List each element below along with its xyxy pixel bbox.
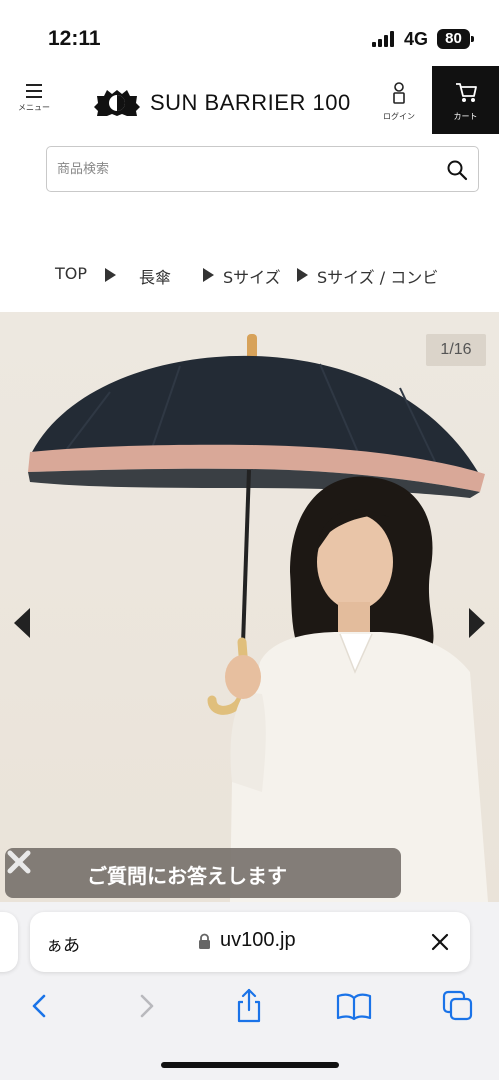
signal-icon [372, 31, 398, 47]
product-image-carousel[interactable]: 1/16 ご質問にお答えします [0, 312, 499, 902]
address-bar[interactable]: ぁあ uv100.jp [30, 912, 470, 972]
tabs-icon[interactable] [438, 986, 478, 1026]
login-label: ログイン [383, 112, 415, 121]
clear-url-icon[interactable] [430, 932, 450, 952]
url-text: uv100.jp [220, 929, 296, 951]
search-input[interactable] [47, 147, 427, 191]
image-counter: 1/16 [426, 334, 486, 366]
hamburger-icon [26, 84, 42, 98]
close-icon[interactable] [5, 848, 33, 876]
breadcrumb-current: Sサイズ / コンビ [317, 268, 439, 287]
breadcrumb-long-umbrella[interactable]: 長傘 [139, 264, 171, 288]
breadcrumb-top[interactable]: TOP [55, 264, 87, 283]
home-indicator [161, 1062, 339, 1068]
battery-icon: 80 [437, 29, 474, 49]
user-icon [393, 82, 405, 104]
search-icon[interactable] [446, 159, 468, 181]
login-button[interactable]: ログイン [376, 82, 422, 122]
breadcrumb-arrow-icon [203, 268, 214, 282]
site-header: メニュー SUN BARRIER 100 ログイン カート [0, 66, 499, 134]
menu-button[interactable]: メニュー [12, 84, 56, 124]
prev-image-arrow-icon[interactable] [14, 608, 30, 638]
search-box [46, 146, 479, 192]
breadcrumb-arrow-icon [105, 268, 116, 282]
lock-icon [199, 933, 210, 949]
back-icon[interactable] [20, 986, 60, 1026]
share-icon[interactable] [229, 986, 269, 1026]
breadcrumb-size-s[interactable]: Sサイズ [223, 264, 281, 288]
sun-barrier-logo-icon [94, 90, 140, 116]
page-settings-button[interactable]: ぁあ [46, 931, 80, 956]
browser-toolbar: ぁあ uv100.jp [0, 902, 499, 1080]
status-time: 12:11 [48, 27, 101, 50]
site-logo[interactable]: SUN BARRIER 100 [92, 88, 351, 118]
faq-chat-banner[interactable]: ご質問にお答えします [5, 848, 401, 898]
cart-label: カート [453, 112, 478, 121]
menu-label: メニュー [18, 103, 50, 112]
status-bar: 12:11 4G 80 [0, 0, 499, 66]
breadcrumb-arrow-icon [297, 268, 308, 282]
forward-icon[interactable] [126, 986, 166, 1026]
previous-tab-card[interactable] [0, 912, 18, 972]
cart-icon [455, 83, 477, 102]
cart-button[interactable]: カート [432, 66, 499, 134]
logo-text: SUN BARRIER 100 [150, 90, 351, 115]
bookmarks-icon[interactable] [334, 986, 374, 1026]
faq-banner-text: ご質問にお答えします [87, 864, 287, 888]
network-type: 4G [404, 29, 429, 49]
product-photo [28, 334, 488, 902]
next-image-arrow-icon[interactable] [469, 608, 485, 638]
